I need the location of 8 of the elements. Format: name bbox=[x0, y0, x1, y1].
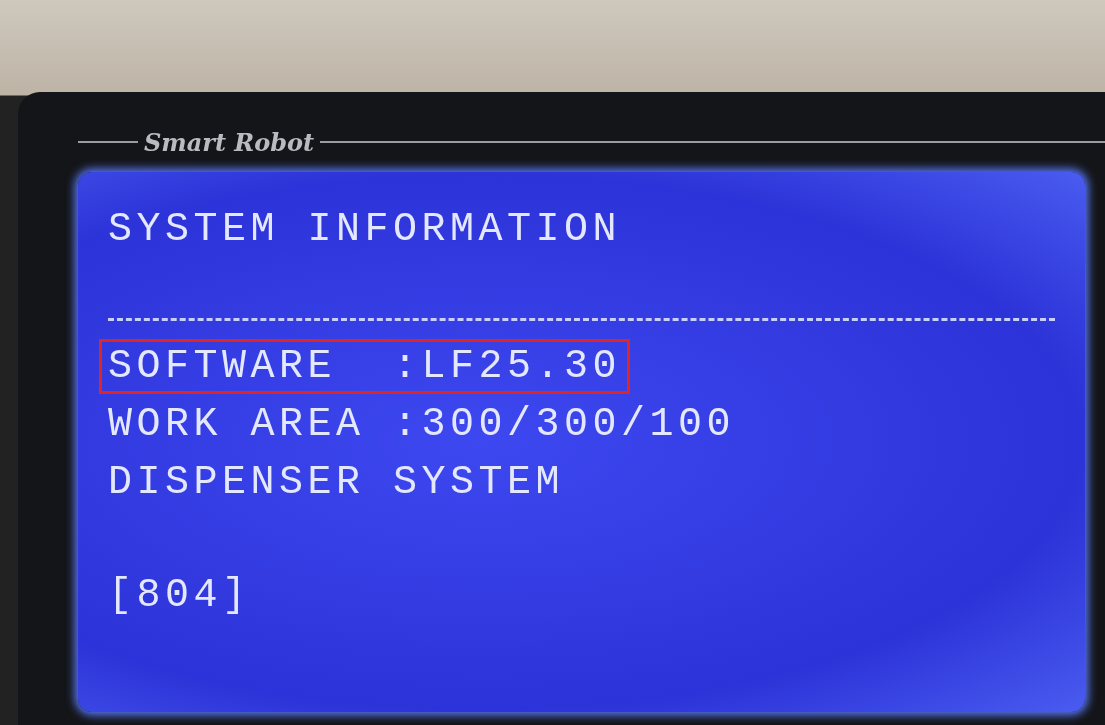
field-value: :300/300/100 bbox=[393, 401, 736, 447]
screen-title: SYSTEM INFORMATION bbox=[108, 206, 623, 254]
field-label: WORK AREA bbox=[108, 401, 366, 447]
field-label: SOFTWARE bbox=[108, 343, 338, 389]
info-line: DISPENSER SYSTEM bbox=[108, 459, 565, 505]
device-label: Smart Robot bbox=[144, 127, 315, 157]
field-value: :LF25.30 bbox=[393, 343, 622, 389]
screen-code: [804] bbox=[108, 573, 252, 618]
